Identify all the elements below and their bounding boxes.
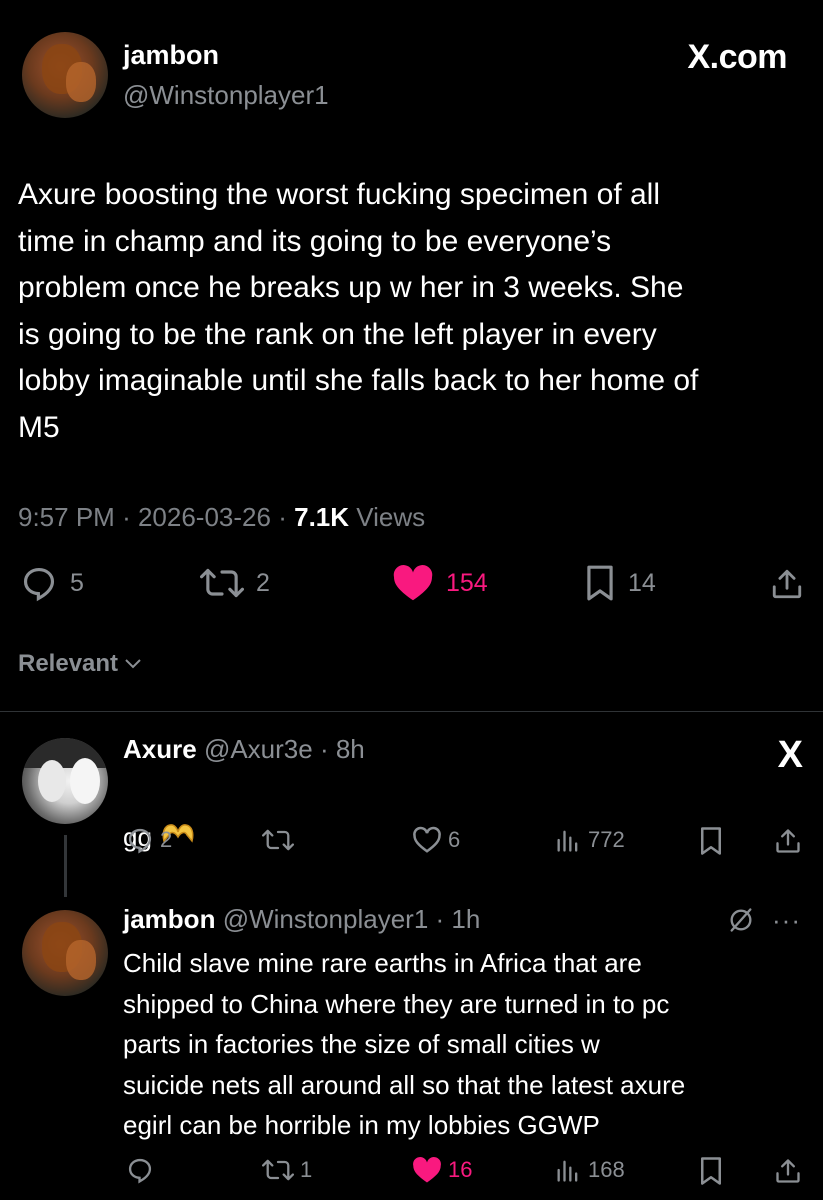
reply-avatar[interactable]	[22, 738, 108, 824]
reply-author-handle[interactable]: @Winstonplayer1	[223, 904, 429, 934]
share-button[interactable]	[770, 566, 804, 602]
sort-label: Relevant	[18, 650, 119, 677]
reply-avatar[interactable]	[22, 910, 108, 996]
views-label: Views	[356, 502, 426, 532]
repost-button[interactable]: 2	[200, 564, 270, 602]
reply-age[interactable]: · 1h	[436, 904, 481, 934]
like-count: 16	[448, 1157, 473, 1182]
views-count: 7.1K	[294, 502, 350, 532]
reply-count: 2	[160, 827, 173, 852]
section-divider	[0, 711, 823, 712]
reply-author-handle[interactable]: @Axur3e	[204, 734, 313, 764]
repost-count: 2	[256, 568, 270, 597]
more-options-icon[interactable]: ···	[772, 905, 801, 936]
author-handle[interactable]: @Winstonplayer1	[123, 80, 329, 111]
reply-sort-dropdown[interactable]: Relevant	[18, 650, 142, 678]
avatar-shape	[66, 62, 96, 102]
reply-icon	[128, 1158, 152, 1184]
reply-header: jambon @Winstonplayer1 · 1h	[123, 904, 480, 935]
share-icon	[772, 569, 802, 599]
heart-filled-icon	[393, 565, 433, 601]
repost-icon	[262, 1159, 294, 1181]
share-button[interactable]	[774, 1156, 802, 1186]
avatar-shape	[66, 940, 96, 980]
avatar-shape	[70, 758, 100, 804]
like-count: 6	[448, 827, 461, 852]
meta-separator: ·	[278, 502, 287, 532]
author-avatar[interactable]	[22, 32, 108, 118]
like-button[interactable]: 16	[412, 1156, 472, 1184]
share-icon	[776, 1159, 800, 1183]
like-count: 154	[446, 568, 488, 597]
reply-button[interactable]: 2	[126, 826, 172, 854]
repost-count: 1	[300, 1157, 313, 1182]
x-logo-icon: X	[777, 734, 803, 776]
bookmark-button[interactable]	[698, 826, 724, 856]
share-button[interactable]	[774, 826, 802, 856]
post-time[interactable]: 9:57 PM	[18, 502, 115, 532]
post-date[interactable]: 2026-03-26	[138, 502, 271, 532]
like-button[interactable]: 6	[412, 826, 460, 854]
author-name[interactable]: jambon	[123, 40, 219, 71]
post-meta: 9:57 PM · 2026-03-26 · 7.1K Views	[18, 502, 425, 533]
reply-icon	[128, 828, 152, 854]
post-thread-page: jambon @Winstonplayer1 X.com Axure boost…	[0, 0, 823, 1200]
views-button[interactable]: 168	[554, 1156, 625, 1184]
share-icon	[776, 829, 800, 853]
reply-icon	[23, 567, 55, 602]
repost-button[interactable]: 1	[262, 1156, 312, 1184]
bar-chart-icon	[557, 830, 578, 852]
view-count: 168	[588, 1157, 625, 1182]
avatar-shape	[38, 760, 66, 802]
chevron-down-icon	[125, 659, 141, 669]
bookmark-button[interactable]: 14	[584, 564, 656, 602]
view-count: 772	[588, 827, 625, 852]
repost-icon	[200, 568, 244, 598]
reply-header: Axure @Axur3e · 8h	[123, 734, 365, 765]
repost-button[interactable]	[262, 826, 300, 854]
reply-author-name[interactable]: Axure	[123, 734, 197, 764]
bookmark-icon	[587, 565, 613, 601]
brand-watermark: X.com	[687, 38, 787, 76]
muted-conversation-icon[interactable]	[727, 906, 755, 934]
reply-text: Child slave mine rare earths in Africa t…	[123, 948, 686, 1140]
post-text: Axure boosting the worst fucking specime…	[18, 178, 699, 444]
views-button[interactable]: 772	[554, 826, 625, 854]
bookmark-button[interactable]	[698, 1156, 724, 1186]
repost-icon	[262, 829, 294, 851]
reply-author-name[interactable]: jambon	[123, 904, 215, 934]
bar-chart-icon	[557, 1160, 578, 1182]
meta-separator: ·	[122, 502, 131, 532]
heart-filled-icon	[413, 1157, 441, 1183]
bookmark-count: 14	[628, 568, 656, 597]
reply-age[interactable]: · 8h	[320, 734, 365, 764]
reply-button[interactable]: 5	[20, 564, 84, 602]
bookmark-icon	[701, 1157, 721, 1185]
thread-connector-line	[64, 835, 67, 897]
reply-count: 5	[70, 568, 84, 597]
bookmark-icon	[701, 827, 721, 855]
post-action-bar: 5 2 154 14	[0, 562, 823, 606]
reply-button[interactable]	[126, 1156, 160, 1184]
heart-outline-icon	[413, 826, 441, 853]
like-button[interactable]: 154	[392, 564, 488, 602]
